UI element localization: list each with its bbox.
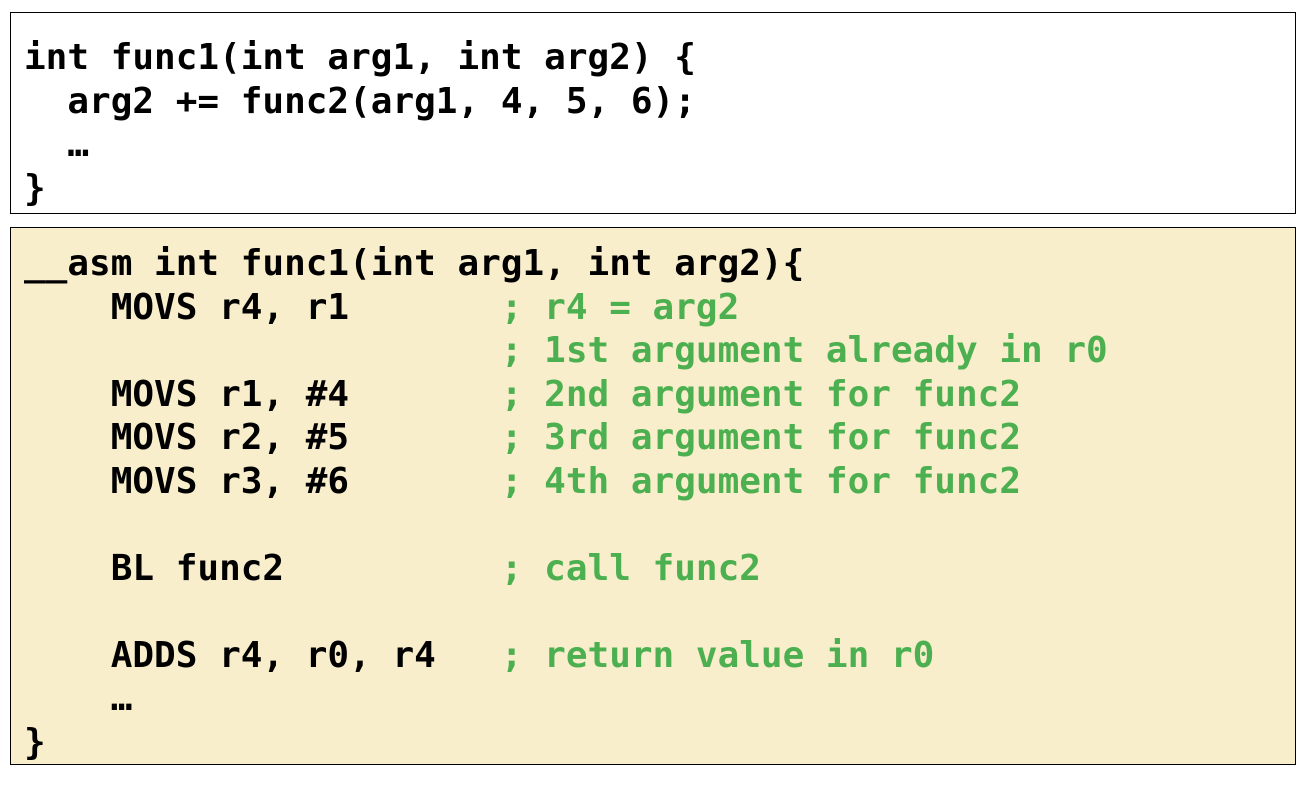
asm-code-line: MOVS r2, #5 ; 3rd argument for func2 <box>24 416 1295 460</box>
asm-code-line: } <box>24 721 1295 765</box>
asm-code-line: … <box>24 677 1295 721</box>
asm-instruction: } <box>24 721 46 763</box>
asm-instruction: ADDS r4, r0, r4 <box>24 634 501 676</box>
asm-instruction: MOVS r4, r1 <box>24 286 501 328</box>
asm-code-block: __asm int func1(int arg1, int arg2){ MOV… <box>10 227 1296 765</box>
asm-comment: ; 3rd argument for func2 <box>500 417 1021 458</box>
c-code-line: arg2 += func2(arg1, 4, 5, 6); <box>24 80 696 122</box>
c-code-line: } <box>24 167 46 209</box>
c-code-line: int func1(int arg1, int arg2) { <box>24 37 696 78</box>
asm-instruction: MOVS r2, #5 <box>24 417 501 458</box>
asm-instruction: MOVS r3, #6 <box>24 460 501 502</box>
asm-instruction: MOVS r1, #4 <box>24 373 501 415</box>
asm-comment: ; return value in r0 <box>500 634 935 676</box>
asm-code-line: BL func2 ; call func2 <box>24 547 1295 591</box>
asm-comment: ; 1st argument already in r0 <box>500 330 1108 371</box>
asm-comment: ; 4th argument for func2 <box>500 460 1021 502</box>
c-code-line: … <box>24 124 90 165</box>
asm-comment: ; 2nd argument for func2 <box>500 373 1021 415</box>
asm-instruction: __asm int func1(int arg1, int arg2){ <box>24 243 805 284</box>
asm-code-line: ADDS r4, r0, r4 ; return value in r0 <box>24 634 1295 678</box>
asm-code-line <box>24 590 1295 634</box>
c-code-block: int func1(int arg1, int arg2) { arg2 += … <box>10 12 1296 214</box>
asm-code-line: MOVS r3, #6 ; 4th argument for func2 <box>24 460 1295 504</box>
asm-instruction <box>24 330 501 371</box>
asm-comment: ; r4 = arg2 <box>500 286 740 328</box>
asm-instruction: … <box>24 678 133 719</box>
asm-code-line: MOVS r1, #4 ; 2nd argument for func2 <box>24 373 1295 417</box>
asm-code-line <box>24 503 1295 547</box>
asm-code-line: __asm int func1(int arg1, int arg2){ <box>24 242 1295 286</box>
asm-code-line: MOVS r4, r1 ; r4 = arg2 <box>24 286 1295 330</box>
asm-instruction: BL func2 <box>24 547 501 589</box>
asm-comment: ; call func2 <box>500 547 761 589</box>
asm-code-line: ; 1st argument already in r0 <box>24 329 1295 373</box>
